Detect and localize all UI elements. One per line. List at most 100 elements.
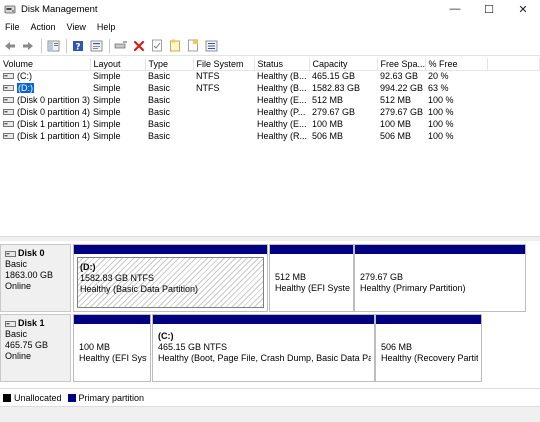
partition-title — [79, 331, 147, 342]
svg-text:?: ? — [75, 42, 80, 52]
help-icon[interactable]: ? — [70, 38, 86, 54]
partition-c[interactable]: (C:) 465.15 GB NTFS Healthy (Boot, Page … — [152, 314, 375, 382]
status-cell: Healthy (P... — [257, 107, 306, 117]
legend-primary-label: Primary partition — [78, 392, 145, 403]
partition-primary-disk0[interactable]: 279.67 GB Healthy (Primary Partition) — [354, 244, 526, 312]
disk-status: Online — [5, 351, 32, 361]
disk-size: 1863.00 GB — [5, 270, 54, 280]
partition-title — [381, 331, 478, 342]
partition-d[interactable]: (D:) 1582.83 GB NTFS Healthy (Basic Data… — [73, 244, 268, 312]
disk-type: Basic — [5, 329, 28, 339]
menu-file[interactable]: File — [0, 22, 26, 32]
disk-1-row: Disk 1 Basic 465.75 GB Online 100 MB Hea… — [0, 314, 540, 382]
disk-management-app-icon — [4, 5, 16, 14]
drive-icon — [3, 73, 14, 80]
connect-icon[interactable] — [113, 38, 129, 54]
table-row[interactable]: (Disk 1 partition 1) Simple Basic Health… — [0, 118, 540, 130]
disk-0-row: Disk 0 Basic 1863.00 GB Online (D:) 1582… — [0, 244, 540, 312]
back-icon[interactable] — [2, 38, 18, 54]
partition-title — [360, 261, 522, 272]
partition-bar — [270, 245, 353, 254]
capacity-cell: 1582.83 GB — [312, 83, 361, 93]
column-header-status[interactable]: Status — [254, 58, 310, 71]
disk-0-label[interactable]: Disk 0 Basic 1863.00 GB Online — [0, 244, 71, 312]
properties-icon[interactable] — [88, 38, 104, 54]
minimize-button[interactable]: — — [438, 0, 472, 18]
type-cell: Basic — [148, 107, 171, 117]
list-icon[interactable] — [203, 38, 219, 54]
close-button[interactable]: ✕ — [506, 0, 540, 18]
type-cell: Basic — [148, 95, 171, 105]
table-row[interactable]: (Disk 0 partition 3) Simple Basic Health… — [0, 94, 540, 106]
table-row[interactable]: (Disk 1 partition 4) Simple Basic Health… — [0, 130, 540, 142]
status-cell: Healthy (E... — [257, 119, 307, 129]
file-system-cell: NTFS — [196, 83, 220, 93]
partition-size: 279.67 GB — [360, 272, 404, 282]
column-header-capacity[interactable]: Capacity — [309, 58, 378, 71]
layout-cell: Simple — [93, 119, 121, 129]
menu-help[interactable]: Help — [92, 22, 122, 32]
delete-icon[interactable] — [131, 38, 147, 54]
partition-status: Healthy (Boot, Page File, Crash Dump, Ba… — [158, 353, 371, 363]
percent-free-cell: 63 % — [428, 83, 449, 93]
column-header-filler — [487, 58, 540, 71]
free-space-cell: 506 MB — [380, 131, 412, 141]
legend: Unallocated Primary partition — [0, 388, 540, 406]
volume-name: (Disk 1 partition 1) — [17, 119, 90, 129]
volume-table: Volume Layout Type File System Status Ca… — [0, 58, 540, 142]
layout-cell: Simple — [93, 83, 121, 93]
forward-icon[interactable] — [20, 38, 36, 54]
type-cell: Basic — [148, 119, 171, 129]
disk-1-label[interactable]: Disk 1 Basic 465.75 GB Online — [0, 314, 71, 382]
disk-size: 465.75 GB — [5, 340, 49, 350]
partition-bar — [153, 315, 374, 324]
free-space-cell: 279.67 GB — [380, 107, 424, 117]
disk-type: Basic — [5, 259, 28, 269]
primary-partition-swatch — [67, 393, 76, 402]
table-row[interactable]: (Disk 0 partition 4) Simple Basic Health… — [0, 106, 540, 118]
window-title: Disk Management — [21, 3, 98, 15]
partition-size: 506 MB — [381, 342, 413, 352]
menu-action[interactable]: Action — [26, 22, 62, 32]
toolbar: ? — [0, 36, 540, 56]
drive-icon — [3, 85, 14, 91]
partition-size: 100 MB — [79, 342, 111, 352]
capacity-cell: 465.15 GB — [312, 71, 356, 82]
layout-cell: Simple — [93, 107, 121, 117]
column-header-percent-free[interactable]: % Free — [425, 58, 488, 71]
column-header-type[interactable]: Type — [145, 58, 194, 71]
volume-name: (Disk 1 partition 4) — [17, 131, 90, 141]
drive-icon — [3, 97, 14, 103]
volume-name: (Disk 0 partition 3) — [17, 95, 90, 105]
table-row[interactable]: (C:) Simple Basic NTFS Healthy (B... 465… — [0, 70, 540, 82]
check-icon[interactable] — [149, 38, 165, 54]
partition-bar — [74, 245, 267, 254]
capacity-cell: 100 MB — [312, 119, 344, 129]
column-header-file-system[interactable]: File System — [193, 58, 255, 71]
disk-icon — [5, 250, 16, 257]
table-row-selected[interactable]: (D:) Simple Basic NTFS Healthy (B... 158… — [0, 82, 540, 94]
partition-recovery-disk1[interactable]: 506 MB Healthy (Recovery Partitic — [375, 314, 482, 382]
toolbar-separator — [109, 38, 110, 53]
type-cell: Basic — [148, 83, 171, 93]
file-system-cell — [193, 130, 254, 142]
column-header-free-space[interactable]: Free Spa... — [377, 58, 426, 71]
percent-free-cell: 100 % — [428, 95, 454, 105]
volume-list: Volume Layout Type File System Status Ca… — [0, 58, 540, 236]
drive-icon — [3, 109, 14, 115]
layout-cell: Simple — [93, 71, 121, 82]
layout-cell: Simple — [93, 95, 121, 105]
partition-efi-disk1[interactable]: 100 MB Healthy (EFI Syste — [73, 314, 151, 382]
menu-view[interactable]: View — [62, 22, 92, 32]
partition-efi-disk0[interactable]: 512 MB Healthy (EFI System — [269, 244, 354, 312]
new-icon[interactable] — [185, 38, 201, 54]
up-icon[interactable] — [45, 38, 61, 54]
type-cell: Basic — [148, 131, 171, 141]
volume-name: (C:) — [17, 71, 32, 82]
folder-icon[interactable] — [167, 38, 183, 54]
free-space-cell: 512 MB — [380, 95, 412, 105]
column-header-layout[interactable]: Layout — [90, 58, 146, 71]
column-header-volume[interactable]: Volume — [0, 58, 91, 71]
capacity-cell: 506 MB — [312, 131, 344, 141]
maximize-button[interactable]: ☐ — [472, 0, 506, 18]
